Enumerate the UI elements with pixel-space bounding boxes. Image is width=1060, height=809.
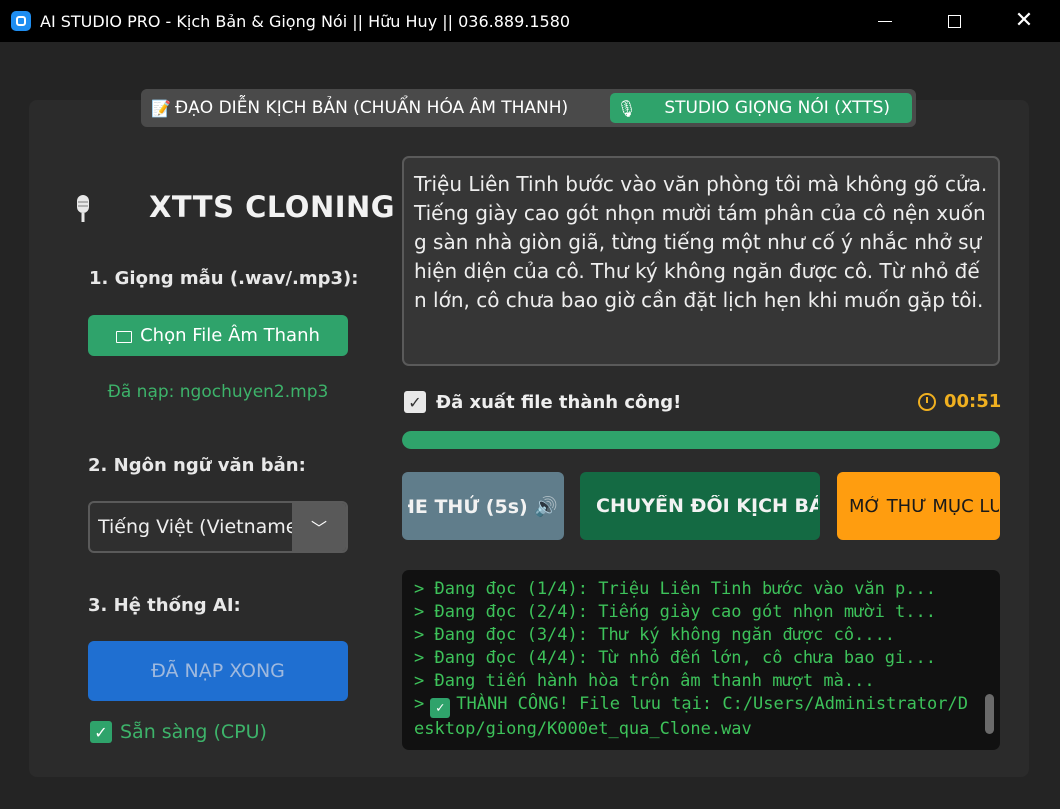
script-textarea[interactable]: Triệu Liên Tinh bước vào văn phòng tôi m… xyxy=(402,156,1000,366)
language-value: Tiếng Việt (Vietnamese) xyxy=(98,516,294,538)
status-text: Đã xuất file thành công! xyxy=(436,391,682,413)
load-model-label: ĐÃ NẠP XONG xyxy=(151,660,285,682)
memo-icon: 📝 xyxy=(151,98,171,118)
export-status: ✓ Đã xuất file thành công! xyxy=(404,391,681,413)
close-icon: ✕ xyxy=(1014,8,1034,33)
success-text: THÀNH CÔNG! File lưu tại: C:/Users/Admin… xyxy=(414,694,968,739)
check-icon: ✓ xyxy=(90,721,112,743)
language-select[interactable]: Tiếng Việt (Vietnamese) ﹀ xyxy=(88,501,348,553)
app-icon xyxy=(11,11,31,31)
convert-label: CHUYỂN ĐỔI KỊCH BẢN xyxy=(596,495,818,517)
tab-label: STUDIO GIỌNG NÓI (XTTS) xyxy=(664,98,891,118)
preview-label: 🔊 NGHE THỬ (5s) xyxy=(408,495,558,518)
minimize-icon xyxy=(878,20,892,22)
convert-script-button[interactable]: CHUYỂN ĐỔI KỊCH BẢN xyxy=(580,472,820,540)
timer-text: 00:51 xyxy=(944,391,1002,412)
tab-label: ĐẠO DIỄN KỊCH BẢN (CHUẨN HÓA ÂM THANH) xyxy=(175,98,569,118)
choose-file-label: Chọn File Âm Thanh xyxy=(140,325,320,346)
preview-button[interactable]: 🔊 NGHE THỬ (5s) xyxy=(402,472,564,540)
close-button[interactable]: ✕ xyxy=(1001,0,1047,42)
chevron-down-icon[interactable]: ﹀ xyxy=(292,503,346,551)
window-title: AI STUDIO PRO - Kịch Bản & Giọng Nói || … xyxy=(40,11,571,31)
microphone-icon xyxy=(77,195,89,222)
progress-bar xyxy=(402,431,1000,449)
open-folder-label: MỞ THƯ MỤC LƯU xyxy=(849,495,999,517)
maximize-button[interactable] xyxy=(931,0,977,42)
elapsed-timer: 00:51 xyxy=(918,391,1001,412)
loaded-file-text: Đã nạp: ngochuyen2.mp3 xyxy=(107,382,329,402)
progress-fill xyxy=(402,431,1000,449)
tab-voice-studio[interactable]: 🎙 STUDIO GIỌNG NÓI (XTTS) xyxy=(610,93,912,123)
page-title: XTTS CLONING xyxy=(149,190,396,224)
title-bar: AI STUDIO PRO - Kịch Bản & Giọng Nói || … xyxy=(0,0,1060,42)
open-folder-button[interactable]: MỞ THƯ MỤC LƯU xyxy=(837,472,1000,540)
minimize-button[interactable] xyxy=(862,0,908,42)
load-model-button[interactable]: ĐÃ NẠP XONG xyxy=(88,641,348,701)
section-title: XTTS CLONING xyxy=(70,190,395,226)
log-line-success: > ✓ THÀNH CÔNG! File lưu tại: C:/Users/Adm… xyxy=(414,693,970,741)
voice-sample-label: 1. Giọng mẫu (.wav/.mp3): xyxy=(89,268,359,289)
maximize-icon xyxy=(947,14,961,28)
language-label: 2. Ngôn ngữ văn bản: xyxy=(88,455,306,476)
tab-script-director[interactable]: 📝 ĐẠO DIỄN KỊCH BẢN (CHUẨN HÓA ÂM THANH) xyxy=(145,93,610,123)
ai-system-label: 3. Hệ thống AI: xyxy=(88,595,241,616)
log-line: > Đang đọc (1/4): Triệu Liên Tinh bước v… xyxy=(414,579,936,599)
check-icon: ✓ xyxy=(430,698,451,718)
stopwatch-icon xyxy=(918,392,936,411)
tab-bar: 📝 ĐẠO DIỄN KỊCH BẢN (CHUẨN HÓA ÂM THANH)… xyxy=(141,89,916,127)
log-line: > Đang đọc (4/4): Từ nhỏ đến lớn, cô chư… xyxy=(414,648,936,668)
ready-text: Sẵn sàng (CPU) xyxy=(120,721,267,743)
console-scrollbar[interactable] xyxy=(985,694,994,734)
choose-audio-file-button[interactable]: Chọn File Âm Thanh xyxy=(88,315,348,356)
log-line: > Đang đọc (2/4): Tiếng giày cao gót nhọ… xyxy=(414,602,936,622)
check-icon: ✓ xyxy=(404,391,426,413)
ready-status: ✓ Sẵn sàng (CPU) xyxy=(90,721,267,743)
log-line: > Đang tiến hành hòa trộn âm thanh mượt … xyxy=(414,671,875,691)
log-line: > Đang đọc (3/4): Thư ký không ngăn được… xyxy=(414,625,896,645)
log-prefix: > xyxy=(414,694,425,714)
log-console[interactable]: > Đang đọc (1/4): Triệu Liên Tinh bước v… xyxy=(402,570,1000,750)
microphone-icon: 🎙 xyxy=(616,98,637,118)
folder-icon xyxy=(116,330,133,343)
